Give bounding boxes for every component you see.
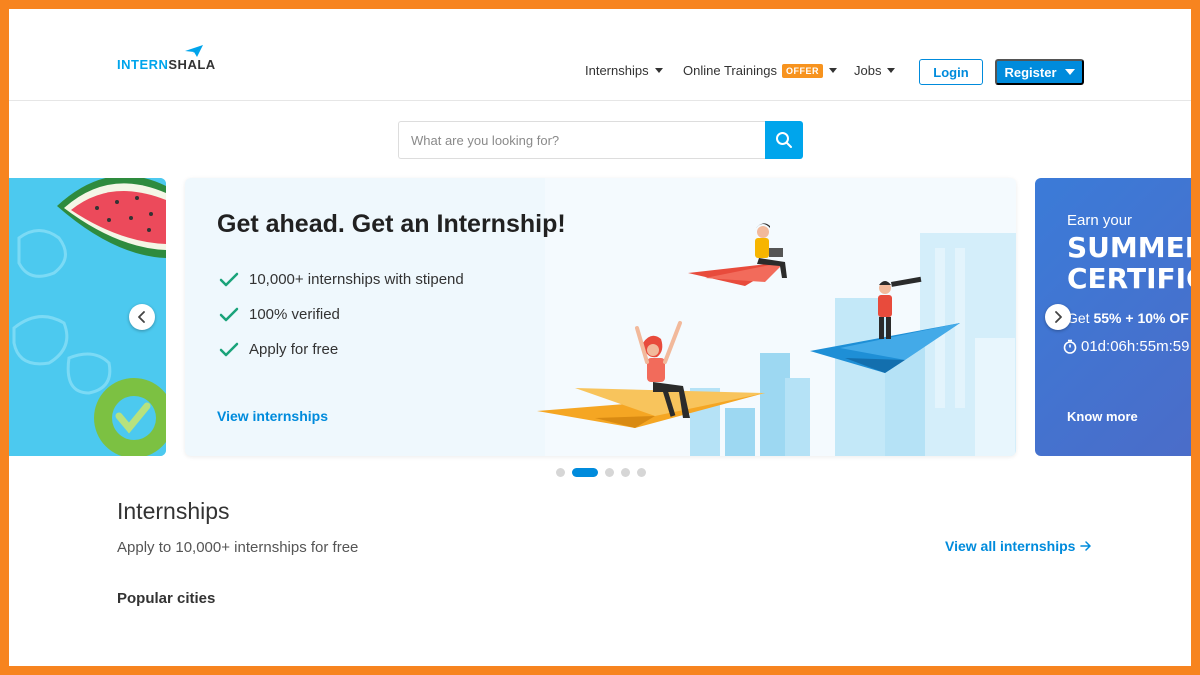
nav-online-trainings-label: Online Trainings: [683, 63, 777, 78]
nav-jobs-label: Jobs: [854, 63, 882, 78]
header: INTERN SHALA Internships Online Trainings…: [9, 9, 1191, 101]
promo-timer: 01d:06h:55m:59: [1063, 338, 1189, 355]
page: INTERN SHALA Internships Online Trainings…: [9, 9, 1191, 666]
nav-internships-label: Internships: [585, 63, 649, 78]
checkmark-icon: [219, 307, 239, 321]
promo-timer-value: 01d:06h:55m:59: [1081, 338, 1190, 355]
know-more-link[interactable]: Know more: [1067, 409, 1138, 424]
nav-jobs[interactable]: Jobs: [854, 63, 896, 78]
promo-headline-line2: CERTIFIC: [1067, 262, 1191, 295]
paper-plane-icon: [185, 45, 203, 57]
promo-discount: Get 55% + 10% OF: [1067, 310, 1189, 326]
carousel-dot[interactable]: [605, 468, 614, 477]
register-button[interactable]: Register: [995, 59, 1084, 85]
chevron-down-icon: [828, 68, 837, 73]
view-internships-link[interactable]: View internships: [217, 408, 328, 424]
chevron-down-icon: [654, 68, 663, 73]
promo-discount-value: 55% + 10% OF: [1093, 310, 1189, 326]
carousel-dot-active[interactable]: [572, 468, 598, 477]
chevron-down-icon: [1064, 69, 1075, 75]
stopwatch-icon: [1063, 339, 1077, 354]
register-button-label: Register: [1004, 64, 1057, 80]
slide-title: Get ahead. Get an Internship!: [217, 210, 566, 238]
promo-headline: SUMMER CERTIFIC: [1067, 232, 1191, 294]
internshala-logo[interactable]: INTERN SHALA: [117, 45, 216, 72]
popular-cities-heading: Popular cities: [117, 590, 216, 607]
search-icon: [776, 132, 792, 148]
carousel-dot[interactable]: [556, 468, 565, 477]
logo-text-intern: INTERN: [117, 57, 169, 72]
feature-text: Apply for free: [249, 341, 339, 358]
carousel-dot[interactable]: [621, 468, 630, 477]
offer-badge: OFFER: [781, 63, 823, 78]
section-subtitle: Apply to 10,000+ internships for free: [117, 539, 359, 556]
promo-discount-prefix: Get: [1067, 310, 1094, 326]
chevron-down-icon: [887, 68, 896, 73]
carousel-next-button[interactable]: [1045, 304, 1071, 330]
feature-text: 10,000+ internships with stipend: [249, 271, 464, 288]
carousel-dot[interactable]: [637, 468, 646, 477]
section-title: Internships: [117, 498, 230, 524]
promo-headline-line1: SUMMER: [1067, 231, 1191, 264]
search-input[interactable]: [398, 121, 765, 159]
nav-online-trainings[interactable]: Online Trainings OFFER: [683, 63, 837, 78]
search-bar: [398, 121, 803, 159]
checkmark-icon: [219, 272, 239, 286]
view-all-internships-label: View all internships: [945, 538, 1076, 554]
arrow-right-icon: [1080, 541, 1092, 551]
feature-list: 10,000+ internships with stipend 100% ve…: [219, 262, 464, 367]
login-button[interactable]: Login: [919, 59, 983, 85]
carousel-prev-button[interactable]: [129, 304, 155, 330]
checkmark-icon: [219, 342, 239, 356]
promo-earn-text: Earn your: [1067, 212, 1133, 229]
feature-item: 100% verified: [219, 297, 464, 332]
feature-item: 10,000+ internships with stipend: [219, 262, 464, 297]
search-button[interactable]: [765, 121, 803, 159]
feature-item: Apply for free: [219, 332, 464, 367]
view-all-internships-link[interactable]: View all internships: [945, 538, 1092, 554]
logo-text-shala: SHALA: [168, 57, 216, 72]
carousel-slide-active: Get ahead. Get an Internship! 10,000+ in…: [185, 178, 1016, 456]
feature-text: 100% verified: [249, 306, 340, 323]
carousel-indicators: [556, 468, 653, 477]
chevron-right-icon: [1055, 311, 1062, 323]
chevron-left-icon: [138, 311, 145, 323]
nav-internships[interactable]: Internships: [585, 63, 663, 78]
